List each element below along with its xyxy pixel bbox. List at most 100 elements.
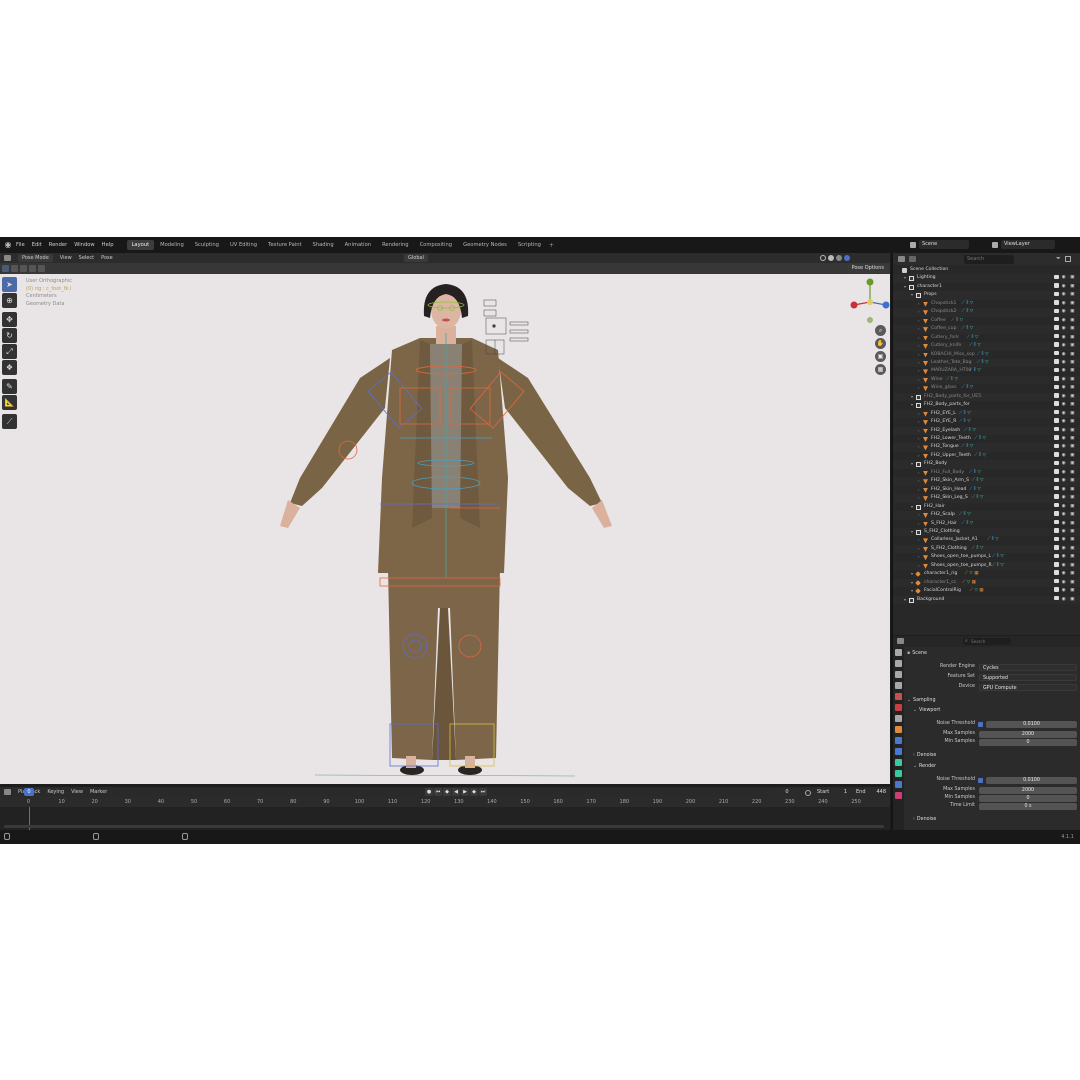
exclude-checkbox[interactable] xyxy=(1054,350,1059,356)
scene-tab-icon[interactable] xyxy=(895,693,902,700)
editor-type-icon[interactable] xyxy=(4,255,11,261)
physics-tab-icon[interactable] xyxy=(895,759,902,766)
outliner-row[interactable]: › Coffee ⟋ ⁑ ▽ ◉ ▣ xyxy=(893,316,1080,326)
play-reverse-icon[interactable]: ◀ xyxy=(452,788,460,796)
expand-arrow-icon[interactable]: › xyxy=(918,342,920,351)
exclude-checkbox[interactable] xyxy=(1054,578,1059,584)
modifier-icons[interactable]: ⟋ ⁑ ▽ xyxy=(962,308,974,317)
expand-arrow-icon[interactable]: › xyxy=(918,334,920,343)
exclude-checkbox[interactable] xyxy=(1054,443,1059,449)
outliner-row[interactable]: › FH2_Skin_Head ⟋ ⁑ ▽ ◉ ▣ xyxy=(893,485,1080,495)
expand-arrow-icon[interactable]: › xyxy=(918,418,920,427)
timeline-menu-keying[interactable]: Keying xyxy=(47,789,64,795)
viewport-noise-threshold-checkbox[interactable] xyxy=(978,721,983,727)
play-icon[interactable]: ▶ xyxy=(461,788,469,796)
tab-compositing[interactable]: Compositing xyxy=(415,240,458,250)
eye-icon[interactable]: ◉ xyxy=(1062,444,1068,449)
camera-icon[interactable]: ▣ xyxy=(1070,377,1076,382)
camera-icon[interactable]: ▣ xyxy=(1070,571,1076,576)
expand-arrow-icon[interactable]: ▾ xyxy=(911,460,913,469)
modifier-icons[interactable]: ⟋ ⁑ ▽ xyxy=(977,351,989,360)
outliner-row[interactable]: › FH2_Eyelash ⟋ ⁑ ▽ ◉ ▣ xyxy=(893,426,1080,436)
clock-icon[interactable] xyxy=(805,789,811,796)
eye-icon[interactable]: ◉ xyxy=(1062,495,1068,500)
render-noise-threshold-field[interactable]: 0.0100 xyxy=(986,776,1077,784)
gizmo-z-axis-icon[interactable] xyxy=(867,299,873,305)
modifier-icons[interactable]: ⟋ ⁑ ▽ xyxy=(962,443,974,452)
modifier-icons[interactable]: ⟋ ⁑ ▽ xyxy=(962,300,974,309)
eye-icon[interactable]: ◉ xyxy=(1062,309,1068,314)
expand-arrow-icon[interactable]: › xyxy=(918,359,920,368)
eye-icon[interactable]: ◉ xyxy=(1062,470,1068,475)
exclude-checkbox[interactable] xyxy=(1054,502,1059,508)
pose-options-button[interactable]: Pose Options xyxy=(847,264,888,273)
eye-icon[interactable]: ◉ xyxy=(1062,461,1068,466)
render-subpanel-header[interactable]: ⌄ Render xyxy=(913,764,936,769)
modifier-icons[interactable]: ⟋ ⁑ ▽ xyxy=(962,325,974,334)
exclude-checkbox[interactable] xyxy=(1054,291,1059,297)
expand-arrow-icon[interactable]: › xyxy=(918,511,920,520)
outliner-row[interactable]: › Collarless_Jacket_A1 ⟋ ⁑ ▽ ◉ ▣ xyxy=(893,536,1080,545)
outliner-row[interactable]: ▾ character1_cc ⟋ ▽ ▦ ◉ ▣ xyxy=(893,578,1080,588)
viewport-menu-select[interactable]: Select xyxy=(79,255,94,261)
render-noise-threshold-checkbox[interactable] xyxy=(978,777,983,783)
eye-icon[interactable]: ◉ xyxy=(1062,478,1068,483)
tab-uv-editing[interactable]: UV Editing xyxy=(225,240,262,250)
exclude-checkbox[interactable] xyxy=(1054,384,1059,390)
modifier-icons[interactable]: ⟋ ⁑ ▽ xyxy=(974,435,986,444)
camera-icon[interactable]: ▣ xyxy=(1070,436,1076,441)
tab-layout[interactable]: Layout xyxy=(126,240,155,250)
gizmo-y-axis-icon[interactable] xyxy=(866,278,874,286)
navigation-gizmo[interactable] xyxy=(850,277,890,327)
outliner-row[interactable]: › FH2_Scalp ⟋ ⁑ ▽ ◉ ▣ xyxy=(893,511,1080,520)
select-intersect-icon[interactable] xyxy=(38,265,45,272)
tab-animation[interactable]: Animation xyxy=(340,240,376,250)
viewport-subpanel-header[interactable]: ⌄ Viewport xyxy=(913,708,940,713)
camera-icon[interactable]: ▣ xyxy=(1070,495,1076,500)
camera-icon[interactable]: ▣ xyxy=(1070,470,1076,475)
wireframe-shading-icon[interactable] xyxy=(820,255,826,261)
eye-icon[interactable]: ◉ xyxy=(1062,292,1068,297)
tab-modeling[interactable]: Modeling xyxy=(155,240,189,250)
camera-icon[interactable]: ▣ xyxy=(1070,343,1076,348)
camera-icon[interactable]: ▣ xyxy=(1070,352,1076,357)
expand-arrow-icon[interactable]: ▾ xyxy=(904,274,906,283)
expand-arrow-icon[interactable]: ▾ xyxy=(911,401,913,410)
outliner-row[interactable]: ▾ FH2_Hair ◉ ▣ xyxy=(893,502,1080,512)
viewport-min-samples-field[interactable]: 0 xyxy=(979,738,1077,746)
timeline-menu-view[interactable]: View xyxy=(71,789,83,795)
filter-icon[interactable]: ⏷ xyxy=(1056,255,1061,263)
gizmo-neg-y-axis-icon[interactable] xyxy=(867,317,873,323)
viewport-denoise-subpanel[interactable]: › Denoise xyxy=(913,753,936,758)
expand-arrow-icon[interactable]: › xyxy=(918,536,920,545)
camera-icon[interactable]: ▣ xyxy=(1070,444,1076,449)
outliner-row[interactable]: ▾ Props ◉ ▣ xyxy=(893,291,1080,300)
outliner-row[interactable]: › FH2_Skin_Arm_S ⟋ ⁑ ▽ ◉ ▣ xyxy=(893,477,1080,486)
mode-dropdown[interactable]: Pose Mode xyxy=(18,254,53,262)
measure-tool-icon[interactable]: 📐 xyxy=(2,395,17,410)
move-tool-icon[interactable]: ✥ xyxy=(2,312,17,327)
eye-icon[interactable]: ◉ xyxy=(1062,360,1068,365)
eye-icon[interactable]: ◉ xyxy=(1062,402,1068,407)
outliner-row[interactable]: › FH2_Tongue ⟋ ⁑ ▽ ◉ ▣ xyxy=(893,443,1080,452)
camera-icon[interactable]: ▣ xyxy=(1070,554,1076,559)
exclude-checkbox[interactable] xyxy=(1054,477,1059,482)
outliner-row[interactable]: › Wine ⟋ ⁑ ▽ ◉ ▣ xyxy=(893,375,1080,385)
render-min-samples-field[interactable]: 0 xyxy=(979,794,1077,802)
outliner-search-input[interactable]: Search xyxy=(964,254,1014,264)
eye-icon[interactable]: ◉ xyxy=(1062,563,1068,568)
outliner-row[interactable]: Scene Collection xyxy=(893,266,1080,275)
outliner-row[interactable]: ▾ Lighting ◉ ▣ xyxy=(893,274,1080,283)
camera-icon[interactable]: ▣ xyxy=(1070,326,1076,331)
viewport-max-samples-field[interactable]: 2000 xyxy=(979,730,1077,738)
blender-logo-icon[interactable]: ◉ xyxy=(3,240,13,250)
modifier-icons[interactable]: ⟋ ⁑ ▽ xyxy=(972,477,984,486)
outliner-row[interactable]: › S_FH2_Hair ⟋ ⁑ ▽ ◉ ▣ xyxy=(893,519,1080,529)
tab-rendering[interactable]: Rendering xyxy=(377,240,414,250)
eye-icon[interactable]: ◉ xyxy=(1062,428,1068,433)
camera-icon[interactable]: ▣ xyxy=(1070,394,1076,399)
collection-tab-icon[interactable] xyxy=(895,715,902,722)
camera-icon[interactable]: ▣ xyxy=(1070,428,1076,433)
modifier-icons[interactable]: ⟋ ⁑ ▽ xyxy=(959,410,971,419)
modifier-icons[interactable]: ⟋ ▽ ▦ xyxy=(962,579,976,588)
